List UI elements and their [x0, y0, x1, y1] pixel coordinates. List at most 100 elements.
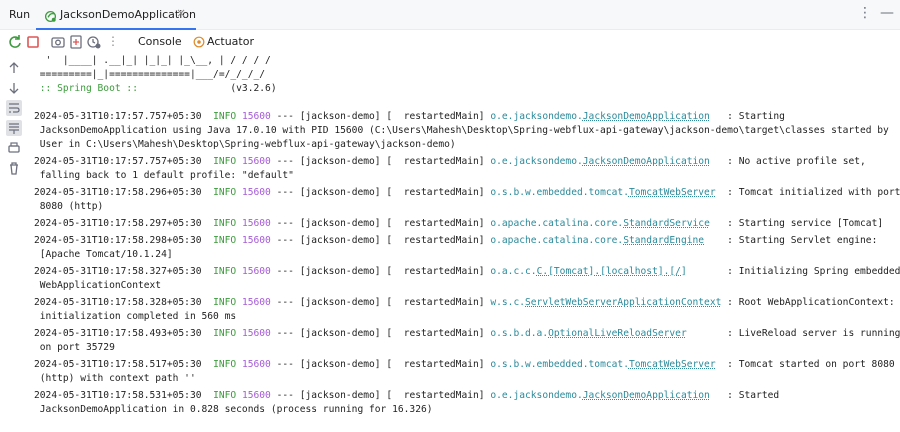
- log-line: 2024-05-31T10:17:57.757+05:30 INFO 15600…: [34, 110, 785, 124]
- log-message: : Tomcat initialized with port: [715, 187, 900, 198]
- log-level: INFO: [201, 111, 242, 122]
- log-thread: --- [jackson-demo] [ restartedMain]: [270, 266, 491, 277]
- log-pid: 15600: [241, 111, 271, 122]
- scroll-to-end-icon[interactable]: [6, 120, 22, 136]
- log-continuation: 8080 (http): [34, 201, 104, 212]
- more-options-icon[interactable]: ⋮: [858, 5, 872, 21]
- log-pid: 15600: [241, 390, 271, 401]
- rerun-icon[interactable]: [7, 34, 23, 50]
- log-thread: --- [jackson-demo] [ restartedMain]: [270, 328, 491, 339]
- close-icon[interactable]: ×: [176, 6, 186, 20]
- log-continuation: initialization completed in 560 ms: [34, 311, 237, 322]
- log-thread: --- [jackson-demo] [ restartedMain]: [270, 390, 491, 401]
- log-line: 2024-05-31T10:17:58.328+05:30 INFO 15600…: [34, 296, 895, 310]
- log-continuation: JacksonDemoApplication in 0.828 seconds …: [34, 404, 433, 415]
- minimize-icon[interactable]: —: [880, 5, 894, 21]
- log-pid: 15600: [241, 266, 271, 277]
- log-logger[interactable]: o.s.b.w.embedded.tomcat.TomcatWebServer: [490, 187, 715, 198]
- log-logger-class[interactable]: C.[Tomcat].[localhost].[/]: [537, 266, 687, 277]
- run-config-tab[interactable]: JacksonDemoApplication ×: [36, 0, 196, 30]
- log-logger[interactable]: w.s.c.ServletWebServerApplicationContext: [490, 297, 721, 308]
- clear-all-icon[interactable]: [6, 160, 22, 176]
- log-timestamp: 2024-05-31T10:17:58.517+05:30: [34, 359, 202, 370]
- log-continuation: on port 35729: [34, 342, 115, 353]
- log-message: : Started: [709, 390, 780, 401]
- log-logger-class[interactable]: TomcatWebServer: [629, 187, 716, 198]
- log-pid: 15600: [241, 187, 271, 198]
- log-continuation: (http) with context path '': [34, 373, 196, 384]
- log-logger[interactable]: o.e.jacksondemo.JacksonDemoApplication: [490, 156, 710, 167]
- log-logger-class[interactable]: StandardService: [623, 218, 710, 229]
- log-logger[interactable]: o.a.c.c.C.[Tomcat].[localhost].[/]: [490, 266, 686, 277]
- log-pid: 15600: [241, 235, 271, 246]
- console-sidebar: [0, 54, 28, 432]
- tab-actuator[interactable]: Actuator: [207, 35, 254, 48]
- log-logger-class[interactable]: ServletWebServerApplicationContext: [525, 297, 721, 308]
- log-logger-class[interactable]: StandardEngine: [623, 235, 704, 246]
- log-level: INFO: [201, 297, 242, 308]
- actuator-icon: [192, 34, 206, 48]
- log-thread: --- [jackson-demo] [ restartedMain]: [270, 297, 491, 308]
- log-logger[interactable]: o.e.jacksondemo.JacksonDemoApplication: [490, 111, 710, 122]
- log-message: : Root WebApplicationContext:: [721, 297, 895, 308]
- run-tool-window-title: Run: [9, 8, 31, 21]
- log-logger[interactable]: o.e.jacksondemo.JacksonDemoApplication: [490, 390, 710, 401]
- log-timestamp: 2024-05-31T10:17:58.493+05:30: [34, 328, 202, 339]
- log-timestamp: 2024-05-31T10:17:57.757+05:30: [34, 156, 202, 167]
- log-level: INFO: [201, 359, 242, 370]
- log-thread: --- [jackson-demo] [ restartedMain]: [270, 111, 491, 122]
- soft-wrap-icon[interactable]: [6, 100, 22, 116]
- log-line: 2024-05-31T10:17:58.297+05:30 INFO 15600…: [34, 217, 883, 231]
- log-timestamp: 2024-05-31T10:17:58.297+05:30: [34, 218, 202, 229]
- log-message: : No active profile set,: [709, 156, 866, 167]
- log-logger-class[interactable]: TomcatWebServer: [629, 359, 716, 370]
- log-line: 2024-05-31T10:17:58.327+05:30 INFO 15600…: [34, 265, 900, 279]
- log-thread: --- [jackson-demo] [ restartedMain]: [270, 156, 491, 167]
- log-logger-class[interactable]: JacksonDemoApplication: [583, 156, 710, 167]
- log-level: INFO: [201, 328, 242, 339]
- screenshot-icon[interactable]: [50, 34, 66, 50]
- log-logger[interactable]: o.apache.catalina.core.StandardEngine: [490, 235, 704, 246]
- log-message: : Starting service [Tomcat]: [709, 218, 884, 229]
- log-logger[interactable]: o.s.b.w.embedded.tomcat.TomcatWebServer: [490, 359, 715, 370]
- log-message: : Initializing Spring embedded: [686, 266, 900, 277]
- console-output[interactable]: ' |____| .__|_| |_|_| |_\__, | / / / / =…: [28, 54, 900, 432]
- log-pid: 15600: [241, 328, 271, 339]
- log-continuation: JacksonDemoApplication using Java 17.0.1…: [34, 125, 889, 136]
- log-logger[interactable]: o.s.b.d.a.OptionalLiveReloadServer: [490, 328, 686, 339]
- stop-icon[interactable]: [25, 34, 41, 50]
- banner-line: ' |____| .__|_| |_|_| |_\__, | / / / /: [34, 55, 271, 66]
- log-thread: --- [jackson-demo] [ restartedMain]: [270, 187, 491, 198]
- log-line: 2024-05-31T10:17:58.493+05:30 INFO 15600…: [34, 327, 900, 341]
- log-message: : Starting: [709, 111, 785, 122]
- log-logger[interactable]: o.apache.catalina.core.StandardService: [490, 218, 710, 229]
- log-pid: 15600: [241, 297, 271, 308]
- log-logger-class[interactable]: JacksonDemoApplication: [583, 390, 710, 401]
- log-level: INFO: [201, 156, 242, 167]
- log-level: INFO: [201, 187, 242, 198]
- log-continuation: falling back to 1 default profile: "defa…: [34, 170, 294, 181]
- scroll-down-icon[interactable]: [6, 80, 22, 96]
- log-pid: 15600: [241, 218, 271, 229]
- log-message: : Tomcat started on port 8080: [715, 359, 895, 370]
- log-level: INFO: [201, 235, 242, 246]
- log-line: 2024-05-31T10:17:58.531+05:30 INFO 15600…: [34, 389, 779, 403]
- log-level: INFO: [201, 266, 242, 277]
- log-line: 2024-05-31T10:17:58.298+05:30 INFO 15600…: [34, 234, 877, 248]
- scroll-up-icon[interactable]: [6, 60, 22, 76]
- print-icon[interactable]: [6, 140, 22, 156]
- attach-debugger-icon[interactable]: [86, 34, 102, 50]
- log-continuation: [Apache Tomcat/10.1.24]: [34, 249, 173, 260]
- tool-window-header: Run JacksonDemoApplication × ⋮ —: [0, 0, 900, 30]
- toolbar-more-icon[interactable]: ⋮: [107, 34, 119, 48]
- log-line: 2024-05-31T10:17:57.757+05:30 INFO 15600…: [34, 155, 866, 169]
- log-level: INFO: [201, 218, 242, 229]
- log-logger-class[interactable]: JacksonDemoApplication: [583, 111, 710, 122]
- dump-threads-icon[interactable]: [68, 34, 84, 50]
- tab-console[interactable]: Console: [138, 35, 182, 48]
- log-pid: 15600: [241, 156, 271, 167]
- log-message: : LiveReload server is running: [686, 328, 900, 339]
- log-logger-class[interactable]: OptionalLiveReloadServer: [548, 328, 687, 339]
- log-thread: --- [jackson-demo] [ restartedMain]: [270, 235, 491, 246]
- log-message: : Starting Servlet engine:: [704, 235, 878, 246]
